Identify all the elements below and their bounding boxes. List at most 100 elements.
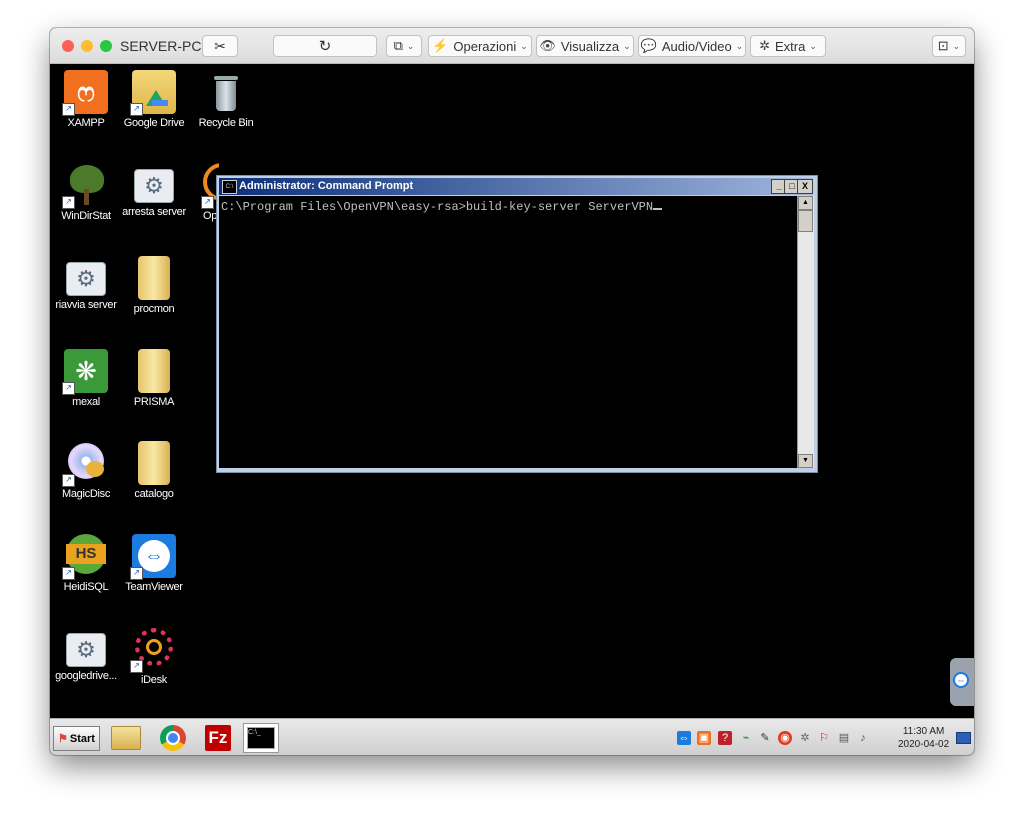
taskbar-chrome[interactable] (155, 723, 191, 753)
gear-icon: ⚙ (66, 633, 106, 667)
idesk-icon: ↗ (130, 627, 176, 673)
operazioni-menu[interactable]: ⚡ Operazioni ⌄ (428, 35, 532, 57)
desktop-icon-heidisql[interactable]: HS ↗ HeidiSQL (50, 534, 123, 593)
chevron-down-icon: ⌄ (406, 40, 415, 51)
recycle-bin-icon (204, 70, 248, 114)
mexal-icon: ❋ ↗ (62, 349, 108, 395)
heidisql-icon: HS ↗ (62, 534, 108, 580)
show-desktop-icon[interactable] (956, 732, 971, 744)
windows-flag-icon: ⚑ (58, 733, 68, 745)
desktop-icon-teamviewer[interactable]: ⇔ ↗ TeamViewer (117, 534, 191, 593)
disconnect-button[interactable]: ✂ (202, 35, 238, 57)
desktop-icon-google-drive[interactable]: ↗ Google Drive (117, 70, 191, 129)
audio-video-label: Audio/Video (661, 38, 732, 54)
network-tray-icon[interactable]: ⌁ (739, 731, 753, 745)
desktop-icon-riavvia-server[interactable]: ⚙ riavvia server (50, 256, 123, 311)
extra-menu[interactable]: ✲ Extra ⌄ (750, 35, 826, 57)
visualizza-menu[interactable]: 👁 Visualizza ⌄ (536, 35, 634, 57)
chrome-icon (160, 725, 186, 751)
taskbar-filezilla[interactable]: Fz (200, 723, 236, 753)
folder-icon (138, 441, 170, 485)
teamviewer-tray-icon[interactable]: ⇔ (677, 731, 691, 745)
clipboard-icon: ⧉ (393, 38, 403, 53)
remote-desktop-window: SERVER-PC ✂ ↻ ⧉ ⌄ ⚡ Operazioni ⌄ 👁 Visualizz… (50, 28, 974, 755)
scrollbar-thumb[interactable] (798, 210, 813, 232)
windirstat-tree-icon: ↗ (62, 163, 108, 209)
close-window-button[interactable] (62, 40, 74, 52)
zoom-window-button[interactable] (100, 40, 112, 52)
desktop-icon-prisma[interactable]: PRISMA (117, 349, 191, 408)
folder-icon (111, 726, 141, 750)
taskbar-clock[interactable]: 11:30 AM 2020-04-02 (898, 725, 949, 751)
cmd-prompt-line: C:\Program Files\OpenVPN\easy-rsa>build-… (221, 200, 663, 214)
desktop-icon-googledrive-script[interactable]: ⚙ googledrive... (50, 627, 123, 682)
extra-label: Extra (775, 38, 806, 54)
start-label: Start (69, 732, 95, 745)
desktop-icon-mexal[interactable]: ❋ ↗ mexal (50, 349, 123, 408)
teamviewer-side-panel-tab[interactable]: ⇔ (950, 658, 974, 706)
chevron-down-icon: ⌄ (952, 40, 961, 51)
gear-icon: ⚙ (66, 262, 106, 296)
antivirus-tray-icon[interactable]: ◉ (778, 731, 792, 745)
desktop-icon-arresta-server[interactable]: ⚙ arresta server (117, 163, 191, 218)
desktop-icon-windirstat[interactable]: ↗ WinDirStat (50, 163, 123, 222)
xampp-tray-icon[interactable]: ▣ (697, 731, 711, 745)
desktop-icon-openvpn[interactable]: ↗ Ope (189, 163, 219, 222)
cmd-icon: C:\_ (247, 727, 275, 749)
help-tray-icon[interactable]: ? (718, 731, 732, 745)
device-tray-icon[interactable]: ✎ (758, 731, 772, 745)
teamviewer-icon: ⇔ ↗ (130, 534, 176, 580)
window-title: SERVER-PC (120, 38, 202, 54)
operazioni-label: Operazioni (453, 38, 517, 54)
folder-icon (138, 256, 170, 300)
sync-tray-icon[interactable]: ✲ (798, 731, 812, 745)
minimize-window-button[interactable] (81, 40, 93, 52)
chevron-down-icon: ⌄ (623, 40, 631, 51)
gear-icon: ⚙ (134, 169, 174, 203)
screen-icon: ⊡ (937, 38, 949, 53)
chat-icon: 💬 (640, 38, 657, 53)
cmd-system-icon[interactable]: C:\ (222, 180, 237, 194)
reload-icon: ↻ (318, 38, 332, 55)
windows-taskbar: ⚑ Start Fz C:\_ ⇔ ▣ ? ⌁ ✎ ◉ ✲ ⚐ ▤ ♪ 11:30… (50, 718, 974, 755)
taskbar-command-prompt[interactable]: C:\_ (243, 723, 279, 753)
disconnect-icon: ✂ (214, 37, 226, 54)
desktop-icon-procmon[interactable]: procmon (117, 256, 191, 315)
taskbar-explorer[interactable] (108, 723, 144, 753)
cmd-close-button[interactable]: X (797, 179, 813, 194)
chevron-down-icon: ⌄ (735, 40, 744, 51)
lightning-icon: ⚡ (432, 38, 449, 53)
desktop-icon-catalogo[interactable]: catalogo (117, 441, 191, 500)
xampp-icon: ෆ ↗ (62, 70, 108, 116)
scroll-up-arrow-icon[interactable]: ▲ (798, 196, 813, 210)
clock-time: 11:30 AM (902, 726, 945, 737)
view-options-dropdown[interactable]: ⊡ ⌄ (932, 35, 966, 57)
teamviewer-icon: ⇔ (953, 672, 969, 688)
monitor-tray-icon[interactable]: ▤ (837, 731, 851, 745)
visualizza-label: Visualizza (560, 38, 620, 54)
cmd-vertical-scrollbar[interactable]: ▲ ▼ (797, 196, 814, 468)
remote-desktop: ෆ ↗ XAMPP ↗ Google Drive Recycle Bin ↗ W… (50, 64, 974, 718)
audio-video-menu[interactable]: 💬 Audio/Video ⌄ (638, 35, 746, 57)
desktop-icon-recycle-bin[interactable]: Recycle Bin (189, 70, 263, 129)
filezilla-icon: Fz (205, 725, 231, 751)
desktop-icon-magicdisc[interactable]: ↗ MagicDisc (50, 441, 123, 500)
tools-icon: ✲ (759, 38, 770, 53)
volume-tray-icon[interactable]: ♪ (856, 731, 870, 745)
cmd-console[interactable]: C:\Program Files\OpenVPN\easy-rsa>build-… (219, 196, 797, 468)
reload-button[interactable]: ↻ (273, 35, 377, 57)
cmd-title: Administrator: Command Prompt (239, 180, 414, 192)
clipboard-dropdown[interactable]: ⧉ ⌄ (386, 35, 422, 57)
start-button[interactable]: ⚑ Start (53, 726, 100, 751)
google-drive-folder-icon: ↗ (130, 70, 176, 116)
text-cursor (653, 208, 663, 210)
scroll-down-arrow-icon[interactable]: ▼ (798, 454, 813, 468)
desktop-icon-xampp[interactable]: ෆ ↗ XAMPP (50, 70, 123, 129)
desktop-icon-idesk[interactable]: ↗ iDesk (117, 627, 191, 686)
eye-icon: 👁 (539, 38, 556, 53)
command-prompt-window[interactable]: C:\ Administrator: Command Prompt _ □ X … (216, 175, 818, 473)
cmd-titlebar[interactable]: C:\ Administrator: Command Prompt _ □ X (219, 178, 813, 195)
clock-date: 2020-04-02 (898, 739, 950, 750)
flag-tray-icon[interactable]: ⚐ (817, 731, 831, 745)
cmd-prompt-text: C:\Program Files\OpenVPN\easy-rsa>build-… (221, 200, 654, 214)
